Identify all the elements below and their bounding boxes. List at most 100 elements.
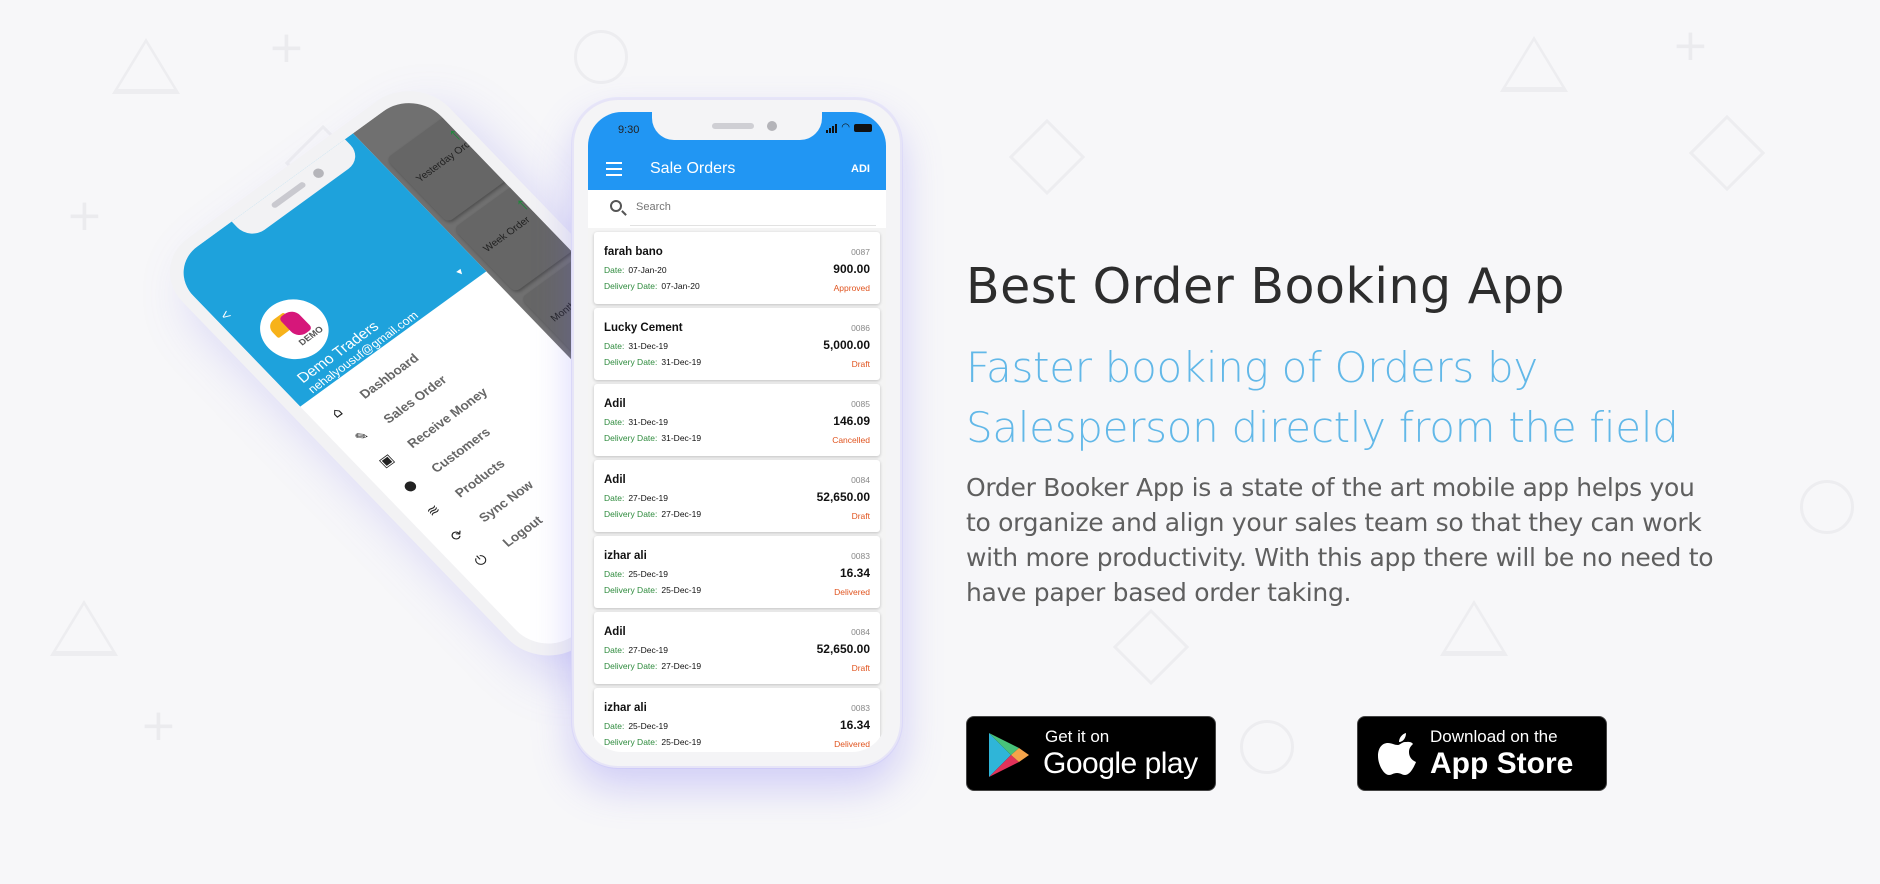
- order-date: Date: 31-Dec-19: [604, 341, 668, 351]
- page-title: Sale Orders: [650, 160, 736, 177]
- apple-icon: [1378, 733, 1416, 775]
- money-icon: ▣: [375, 451, 398, 471]
- order-date: Date: 25-Dec-19: [604, 721, 668, 731]
- delivery-date-value: 31-Dec-19: [661, 357, 702, 367]
- user-initials[interactable]: ADI: [851, 163, 870, 175]
- power-icon: ⏻: [471, 551, 492, 570]
- app-store-big-text: App Store: [1430, 747, 1574, 780]
- order-customer: Lucky Cement: [604, 322, 683, 334]
- order-amount: 16.34: [839, 718, 870, 732]
- hero-headline: Best Order Booking App: [966, 258, 1565, 315]
- date-label: Date:: [604, 341, 625, 351]
- date-label: Date:: [604, 645, 625, 655]
- order-card[interactable]: farah bano Date: 07-Jan-20 Delivery Date: 07…: [594, 232, 880, 304]
- order-customer: izhar ali: [604, 702, 647, 714]
- sync-icon: ⟳: [447, 526, 469, 545]
- order-date: Date: 07-Jan-20: [604, 265, 667, 275]
- tile-label: Week Order: [481, 214, 533, 255]
- delivery-date-label: Delivery Date:: [604, 737, 658, 747]
- delivery-date-value: 25-Dec-19: [661, 585, 702, 595]
- tile-label: Yesterday Order: [414, 134, 481, 185]
- order-card[interactable]: Adil Date: 27-Dec-19 Delivery Date: 27-Dec-1…: [594, 460, 880, 532]
- date-value: 07-Jan-20: [628, 265, 667, 275]
- order-amount: 146.09: [833, 414, 870, 428]
- order-status: Draft: [851, 359, 870, 369]
- order-delivery-date: Delivery Date: 25-Dec-19: [604, 737, 701, 747]
- order-card[interactable]: izhar ali Date: 25-Dec-19 Delivery Date: 25-…: [594, 688, 880, 752]
- order-number: 0083: [851, 703, 870, 713]
- home-icon: ⌂: [328, 404, 347, 422]
- order-amount: 52,650.00: [816, 642, 870, 656]
- order-date: Date: 31-Dec-19: [604, 417, 668, 427]
- wifi-icon: ◠: [841, 122, 850, 133]
- delivery-date-value: 25-Dec-19: [661, 737, 702, 747]
- arrow-up-icon: ↑: [510, 193, 534, 216]
- order-number: 0086: [851, 323, 870, 333]
- hero-description: Order Booker App is a state of the art m…: [966, 473, 1714, 607]
- order-status: Approved: [833, 283, 870, 293]
- bg-plus-shape: +: [1672, 20, 1709, 71]
- date-value: 31-Dec-19: [628, 341, 669, 351]
- bg-plus-shape: +: [140, 700, 177, 751]
- search-bar: [588, 190, 886, 228]
- order-status: Delivered: [834, 739, 870, 749]
- date-label: Date:: [604, 721, 625, 731]
- orders-list: farah bano Date: 07-Jan-20 Delivery Date: 07…: [594, 232, 880, 752]
- search-underline: [630, 225, 876, 226]
- date-label: Date:: [604, 265, 625, 275]
- hamburger-icon[interactable]: [606, 162, 622, 176]
- bg-circle-shape: [1800, 480, 1854, 534]
- dropdown-caret-icon[interactable]: ▼: [453, 266, 467, 279]
- bg-triangle-shape: [1500, 36, 1568, 92]
- status-time: 9:30: [618, 124, 640, 136]
- order-card[interactable]: Adil Date: 27-Dec-19 Delivery Date: 27-Dec-1…: [594, 612, 880, 684]
- edit-doc-icon: ✎: [351, 427, 373, 447]
- bg-diamond-shape: [1008, 118, 1086, 196]
- order-number: 0084: [851, 475, 870, 485]
- order-delivery-date: Delivery Date: 27-Dec-19: [604, 661, 701, 671]
- date-value: 25-Dec-19: [628, 721, 669, 731]
- search-icon[interactable]: [610, 200, 622, 212]
- bg-diamond-shape: [1112, 608, 1190, 686]
- order-status: Draft: [851, 663, 870, 673]
- order-delivery-date: Delivery Date: 31-Dec-19: [604, 357, 701, 367]
- front-phone-mockup: 9:30 ◠ Sale Orders ADI farah banoDate:07…: [572, 98, 902, 768]
- order-number: 0084: [851, 627, 870, 637]
- date-value: 25-Dec-19: [628, 569, 669, 579]
- google-play-icon: [989, 733, 1029, 777]
- date-value: 27-Dec-19: [628, 493, 669, 503]
- bg-triangle-shape: [112, 38, 180, 94]
- delivery-date-value: 07-Jan-20: [661, 281, 700, 291]
- delivery-date-value: 27-Dec-19: [661, 509, 702, 519]
- order-delivery-date: Delivery Date: 27-Dec-19: [604, 509, 701, 519]
- order-amount: 52,650.00: [816, 490, 870, 504]
- order-card[interactable]: izhar ali Date: 25-Dec-19 Delivery Date: 25-…: [594, 536, 880, 608]
- bg-circle-shape: [1240, 720, 1294, 774]
- order-card[interactable]: Adil Date: 31-Dec-19 Delivery Date: 31-Dec-1…: [594, 384, 880, 456]
- order-card[interactable]: Lucky Cement Date: 31-Dec-19 Delivery Date:…: [594, 308, 880, 380]
- order-customer: Adil: [604, 474, 626, 486]
- order-date: Date: 25-Dec-19: [604, 569, 668, 579]
- google-play-big-text: Google play: [1043, 747, 1198, 780]
- bg-diamond-shape: [1688, 114, 1766, 192]
- order-amount: 16.34: [839, 566, 870, 580]
- order-date: Date: 27-Dec-19: [604, 493, 668, 503]
- google-play-small-text: Get it on: [1045, 727, 1110, 746]
- app-store-button[interactable]: Download on the App Store: [1357, 716, 1607, 791]
- order-number: 0085: [851, 399, 870, 409]
- search-input[interactable]: [636, 201, 836, 213]
- app-store-small-text: Download on the: [1430, 727, 1558, 746]
- order-number: 0087: [851, 247, 870, 257]
- order-amount: 5,000.00: [823, 338, 870, 352]
- date-label: Date:: [604, 569, 625, 579]
- order-status: Draft: [851, 511, 870, 521]
- delivery-date-value: 27-Dec-19: [661, 661, 702, 671]
- phone-notch: [652, 112, 822, 140]
- date-label: Date:: [604, 417, 625, 427]
- back-arrow-icon[interactable]: <: [217, 307, 235, 323]
- order-customer: Adil: [604, 398, 626, 410]
- date-label: Date:: [604, 493, 625, 503]
- google-play-button[interactable]: Get it on Google play: [966, 716, 1216, 791]
- delivery-date-label: Delivery Date:: [604, 509, 658, 519]
- delivery-date-label: Delivery Date:: [604, 433, 658, 443]
